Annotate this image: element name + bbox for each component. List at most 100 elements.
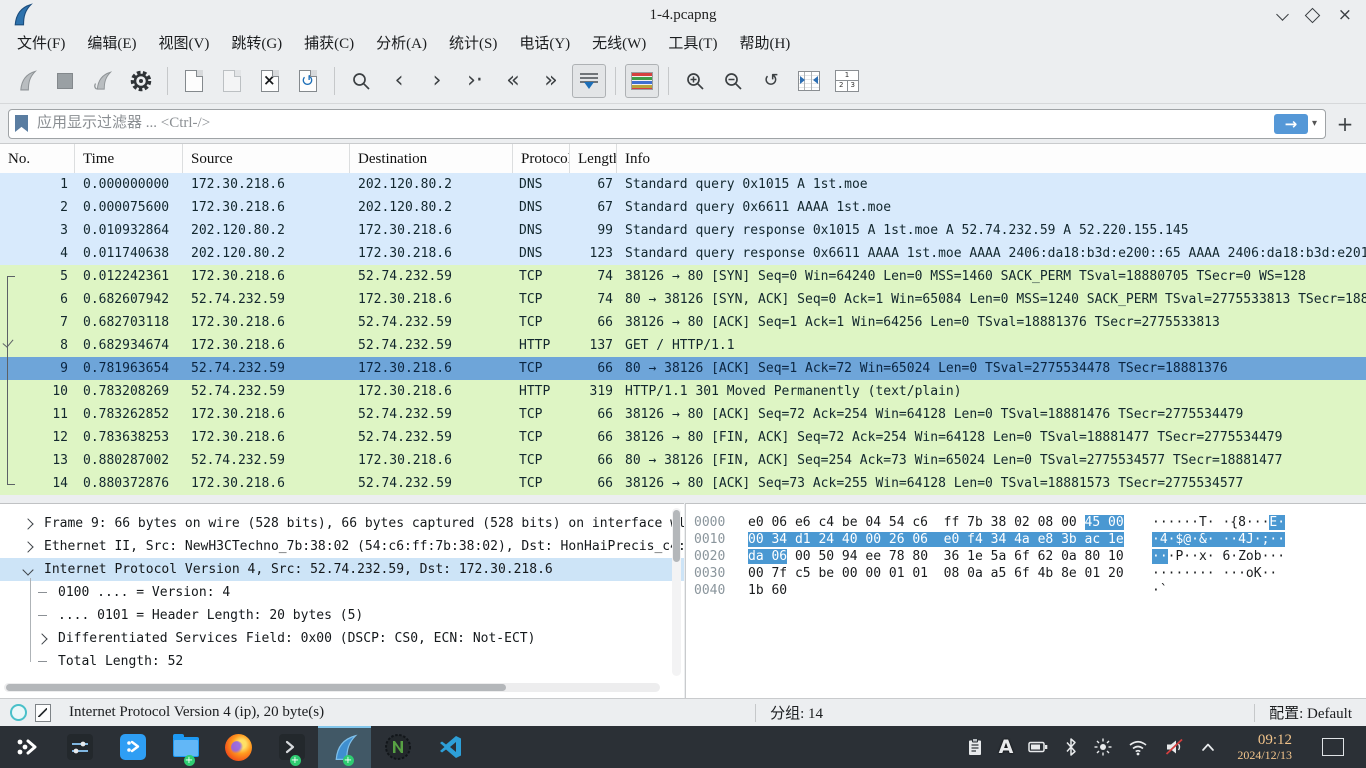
detail-row-dsfield[interactable]: Differentiated Services Field: 0x00 (DSC… xyxy=(0,627,684,650)
stop-capture-button[interactable] xyxy=(48,64,82,98)
column-header-info[interactable]: Info xyxy=(617,144,1366,174)
menu-wireless[interactable]: 无线(W) xyxy=(581,31,657,57)
bookmark-icon[interactable] xyxy=(15,115,28,132)
go-back-button[interactable]: ‹ xyxy=(382,64,416,98)
column-header-destination[interactable]: Destination xyxy=(350,144,513,174)
settings-button[interactable] xyxy=(53,726,106,768)
packet-row-5[interactable]: 50.012242361172.30.218.652.74.232.59TCP7… xyxy=(0,265,1366,288)
zoom-out-button[interactable] xyxy=(716,64,750,98)
hex-row[interactable]: 0020da 06 00 50 94 ee 78 80 36 1e 5a 6f … xyxy=(686,548,1366,565)
expander-icon[interactable] xyxy=(22,541,33,552)
packet-row-11[interactable]: 110.783262852172.30.218.652.74.232.59TCP… xyxy=(0,403,1366,426)
packet-row-8[interactable]: 80.682934674172.30.218.652.74.232.59HTTP… xyxy=(0,334,1366,357)
file-manager-button[interactable]: + xyxy=(159,726,212,768)
apply-filter-button[interactable]: → xyxy=(1274,114,1308,134)
display-filter-field[interactable]: → ▾ xyxy=(8,109,1326,139)
show-desktop-button[interactable] xyxy=(1322,738,1344,756)
packet-row-7[interactable]: 70.682703118172.30.218.652.74.232.59TCP6… xyxy=(0,311,1366,334)
menu-go[interactable]: 跳转(G) xyxy=(220,31,293,57)
maximize-button[interactable] xyxy=(1304,7,1320,23)
zoom-in-button[interactable] xyxy=(678,64,712,98)
find-packet-button[interactable] xyxy=(344,64,378,98)
hex-row[interactable]: 00401b 60·` xyxy=(686,582,1366,599)
menu-view[interactable]: 视图(V) xyxy=(148,31,221,57)
capture-comment-icon[interactable] xyxy=(35,704,51,722)
detail-row-frame[interactable]: Frame 9: 66 bytes on wire (528 bits), 66… xyxy=(0,512,684,535)
column-header-source[interactable]: Source xyxy=(183,144,350,174)
start-capture-button[interactable] xyxy=(10,64,44,98)
auto-scroll-button[interactable] xyxy=(572,64,606,98)
colorize-button[interactable] xyxy=(625,64,659,98)
battery-icon[interactable] xyxy=(1027,737,1049,757)
packet-row-4[interactable]: 40.011740638202.120.80.2172.30.218.6DNS1… xyxy=(0,242,1366,265)
first-packet-button[interactable]: « xyxy=(496,64,530,98)
layout-button[interactable]: 1 23 xyxy=(830,64,864,98)
column-header-no[interactable]: No. xyxy=(0,144,75,174)
detail-row-ipv4-selected[interactable]: Internet Protocol Version 4, Src: 52.74.… xyxy=(0,558,684,581)
menu-telephony[interactable]: 电话(Y) xyxy=(508,31,581,57)
wifi-icon[interactable] xyxy=(1127,737,1149,757)
save-file-button[interactable] xyxy=(215,64,249,98)
packet-row-13[interactable]: 130.88028700252.74.232.59172.30.218.6TCP… xyxy=(0,449,1366,472)
clipboard-icon[interactable] xyxy=(965,737,985,757)
close-file-button[interactable]: × xyxy=(253,64,287,98)
menu-file[interactable]: 文件(F) xyxy=(6,31,76,57)
column-header-time[interactable]: Time xyxy=(75,144,183,174)
go-to-packet-button[interactable]: ›· xyxy=(458,64,492,98)
app-launcher-button[interactable] xyxy=(0,726,53,768)
muted-volume-icon[interactable] xyxy=(1163,737,1185,757)
hex-row[interactable]: 001000 34 d1 24 40 00 26 06 e0 f4 34 4a … xyxy=(686,531,1366,548)
vscode-button[interactable] xyxy=(424,726,477,768)
input-method-indicator[interactable]: A xyxy=(999,736,1014,758)
clock[interactable]: 09:12 2024/12/13 xyxy=(1237,733,1292,761)
expander-icon[interactable] xyxy=(36,633,47,644)
firefox-button[interactable] xyxy=(212,726,265,768)
display-filter-input[interactable] xyxy=(35,114,1274,133)
menu-help[interactable]: 帮助(H) xyxy=(728,31,801,57)
packet-row-6[interactable]: 60.68260794252.74.232.59172.30.218.6TCP7… xyxy=(0,288,1366,311)
packet-row-1[interactable]: 10.000000000172.30.218.6202.120.80.2DNS6… xyxy=(0,173,1366,196)
packet-row-12[interactable]: 120.783638253172.30.218.652.74.232.59TCP… xyxy=(0,426,1366,449)
packet-row-10[interactable]: 100.78320826952.74.232.59172.30.218.6HTT… xyxy=(0,380,1366,403)
detail-row-header-length[interactable]: .... 0101 = Header Length: 20 bytes (5) xyxy=(0,604,684,627)
profile-status[interactable]: 配置: Default xyxy=(1269,702,1352,723)
detail-vertical-scrollbar[interactable] xyxy=(672,508,681,676)
detail-row-total-length[interactable]: Total Length: 52 xyxy=(0,650,684,673)
detail-row-ethernet[interactable]: Ethernet II, Src: NewH3CTechno_7b:38:02 … xyxy=(0,535,684,558)
menu-statistics[interactable]: 统计(S) xyxy=(438,31,508,57)
wireshark-task-button[interactable]: + xyxy=(318,726,371,768)
title-bar[interactable]: 1-4.pcapng × xyxy=(0,0,1366,30)
expert-info-icon[interactable] xyxy=(10,704,27,721)
expander-icon[interactable] xyxy=(22,564,33,575)
menu-edit[interactable]: 编辑(E) xyxy=(76,31,147,57)
detail-row-version[interactable]: 0100 .... = Version: 4 xyxy=(0,581,684,604)
hex-row[interactable]: 003000 7f c5 be 00 00 01 01 08 0a a5 6f … xyxy=(686,565,1366,582)
menu-analyze[interactable]: 分析(A) xyxy=(365,31,438,57)
packet-row-2[interactable]: 20.000075600172.30.218.6202.120.80.2DNS6… xyxy=(0,196,1366,219)
discover-button[interactable] xyxy=(106,726,159,768)
resize-columns-button[interactable] xyxy=(792,64,826,98)
column-header-length[interactable]: Length xyxy=(570,144,617,174)
neovim-button[interactable] xyxy=(371,726,424,768)
go-forward-button[interactable]: › xyxy=(420,64,454,98)
add-filter-button[interactable]: + xyxy=(1332,111,1358,137)
reload-file-button[interactable]: ↺ xyxy=(291,64,325,98)
menu-capture[interactable]: 捕获(C) xyxy=(293,31,365,57)
expander-icon[interactable] xyxy=(22,518,33,529)
zoom-reset-button[interactable]: ↺ xyxy=(754,64,788,98)
column-header-protocol[interactable]: Protocol xyxy=(513,144,570,174)
close-button[interactable]: × xyxy=(1338,7,1352,24)
brightness-icon[interactable] xyxy=(1093,737,1113,757)
packet-row-14[interactable]: 140.880372876172.30.218.652.74.232.59TCP… xyxy=(0,472,1366,495)
detail-horizontal-scrollbar[interactable] xyxy=(4,683,660,692)
minimize-button[interactable] xyxy=(1278,6,1287,24)
menu-tools[interactable]: 工具(T) xyxy=(657,31,728,57)
last-packet-button[interactable]: » xyxy=(534,64,568,98)
filter-dropdown-caret-icon[interactable]: ▾ xyxy=(1312,118,1317,129)
packet-row-3[interactable]: 30.010932864202.120.80.2172.30.218.6DNS9… xyxy=(0,219,1366,242)
packet-row-9-selected[interactable]: 90.78196365452.74.232.59172.30.218.6TCP6… xyxy=(0,357,1366,380)
capture-options-button[interactable] xyxy=(124,64,158,98)
tray-expand-chevron-icon[interactable] xyxy=(1199,738,1217,756)
open-file-button[interactable] xyxy=(177,64,211,98)
restart-capture-button[interactable] xyxy=(86,64,120,98)
